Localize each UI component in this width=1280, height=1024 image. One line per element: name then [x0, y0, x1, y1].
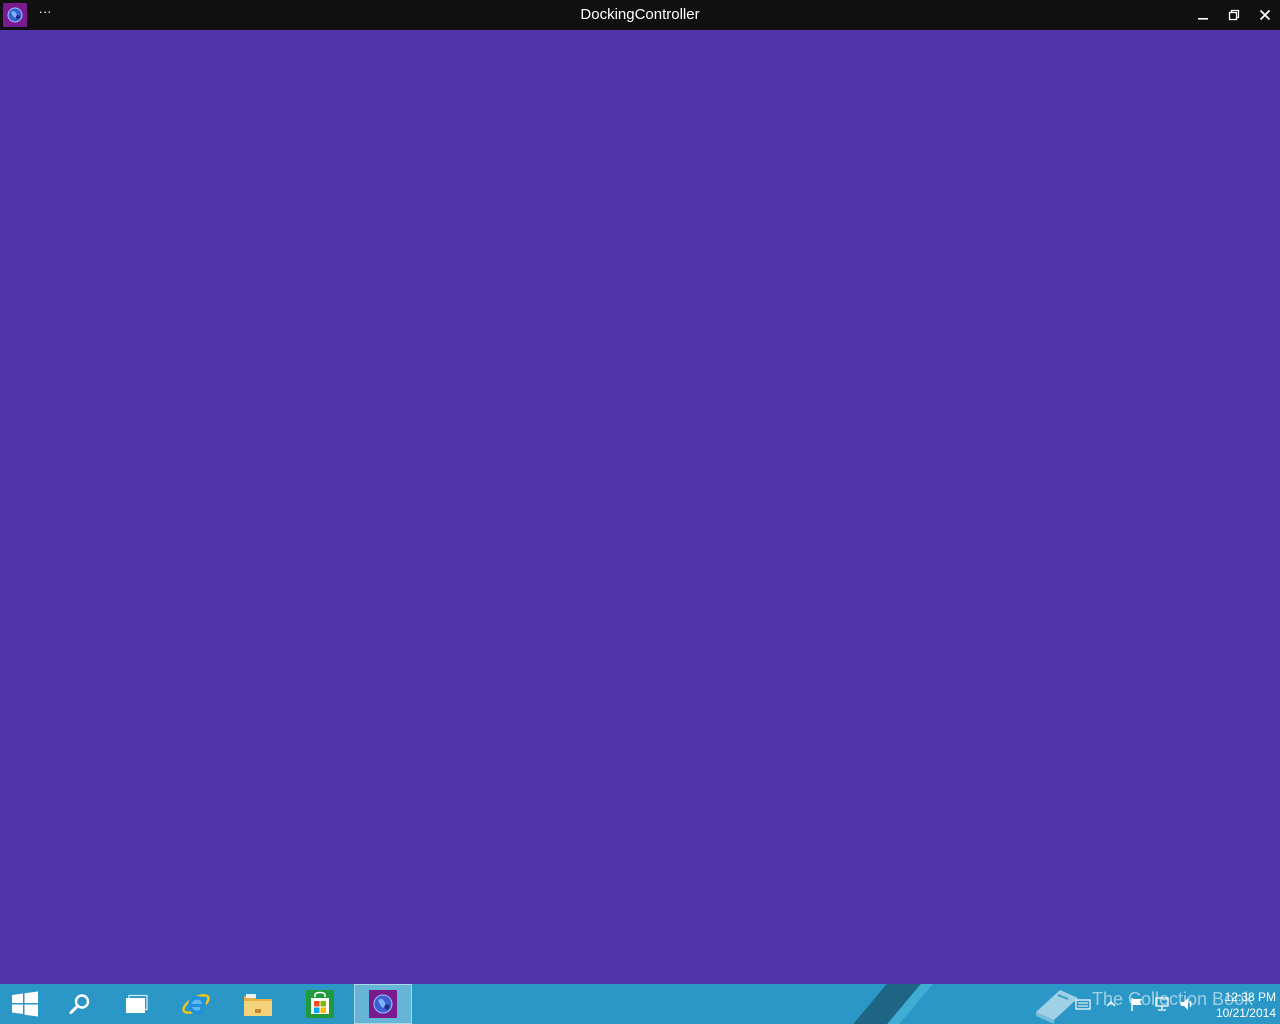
tray-volume[interactable]	[1177, 994, 1197, 1014]
docking-controller-taskbar-button[interactable]	[354, 984, 412, 1024]
show-hidden-icons-button[interactable]	[1101, 994, 1121, 1014]
more-options-button[interactable]: ···	[34, 4, 56, 24]
store-icon	[306, 990, 334, 1018]
globe-app-icon	[369, 990, 397, 1018]
search-button[interactable]	[52, 984, 108, 1024]
task-view-icon	[126, 994, 148, 1013]
file-explorer-icon	[244, 994, 272, 1016]
file-explorer-button[interactable]	[230, 984, 286, 1024]
restore-icon	[1228, 9, 1239, 21]
network-icon	[1155, 997, 1169, 1011]
app-content-area[interactable]	[0, 30, 1280, 984]
taskbar: The Collection Book 12:38 PM 10/21/2014	[0, 984, 1280, 1024]
clock-time: 12:38 PM	[1224, 990, 1276, 1004]
task-view-button[interactable]	[109, 984, 165, 1024]
tray-keyboard[interactable]	[1073, 994, 1093, 1014]
keyboard-icon	[1075, 999, 1091, 1010]
clock-date: 10/21/2014	[1215, 1006, 1276, 1020]
restore-button[interactable]	[1218, 0, 1249, 30]
internet-explorer-button[interactable]	[168, 984, 224, 1024]
flag-icon	[1131, 998, 1142, 1011]
minimize-button[interactable]	[1187, 0, 1218, 30]
start-button[interactable]	[0, 984, 50, 1024]
window-title: DockingController	[580, 6, 700, 23]
search-icon	[69, 994, 90, 1015]
desktop-screen: ··· DockingController The Collection Boo…	[0, 0, 1280, 1024]
volume-icon	[1181, 998, 1192, 1010]
windows-logo-icon	[12, 991, 38, 1017]
close-button[interactable]	[1249, 0, 1280, 30]
globe-app-icon	[7, 7, 23, 23]
minimize-icon	[1197, 18, 1208, 20]
taskbar-clock[interactable]: 12:38 PM 10/21/2014	[1200, 987, 1276, 1023]
close-icon	[1259, 9, 1270, 21]
store-button[interactable]	[292, 984, 348, 1024]
internet-explorer-icon	[182, 994, 210, 1014]
tray-action-center[interactable]	[1127, 994, 1147, 1014]
chevron-up-icon	[1106, 1001, 1116, 1007]
tray-network[interactable]	[1152, 994, 1172, 1014]
title-bar: ··· DockingController	[0, 0, 1280, 30]
app-icon[interactable]	[3, 3, 27, 27]
